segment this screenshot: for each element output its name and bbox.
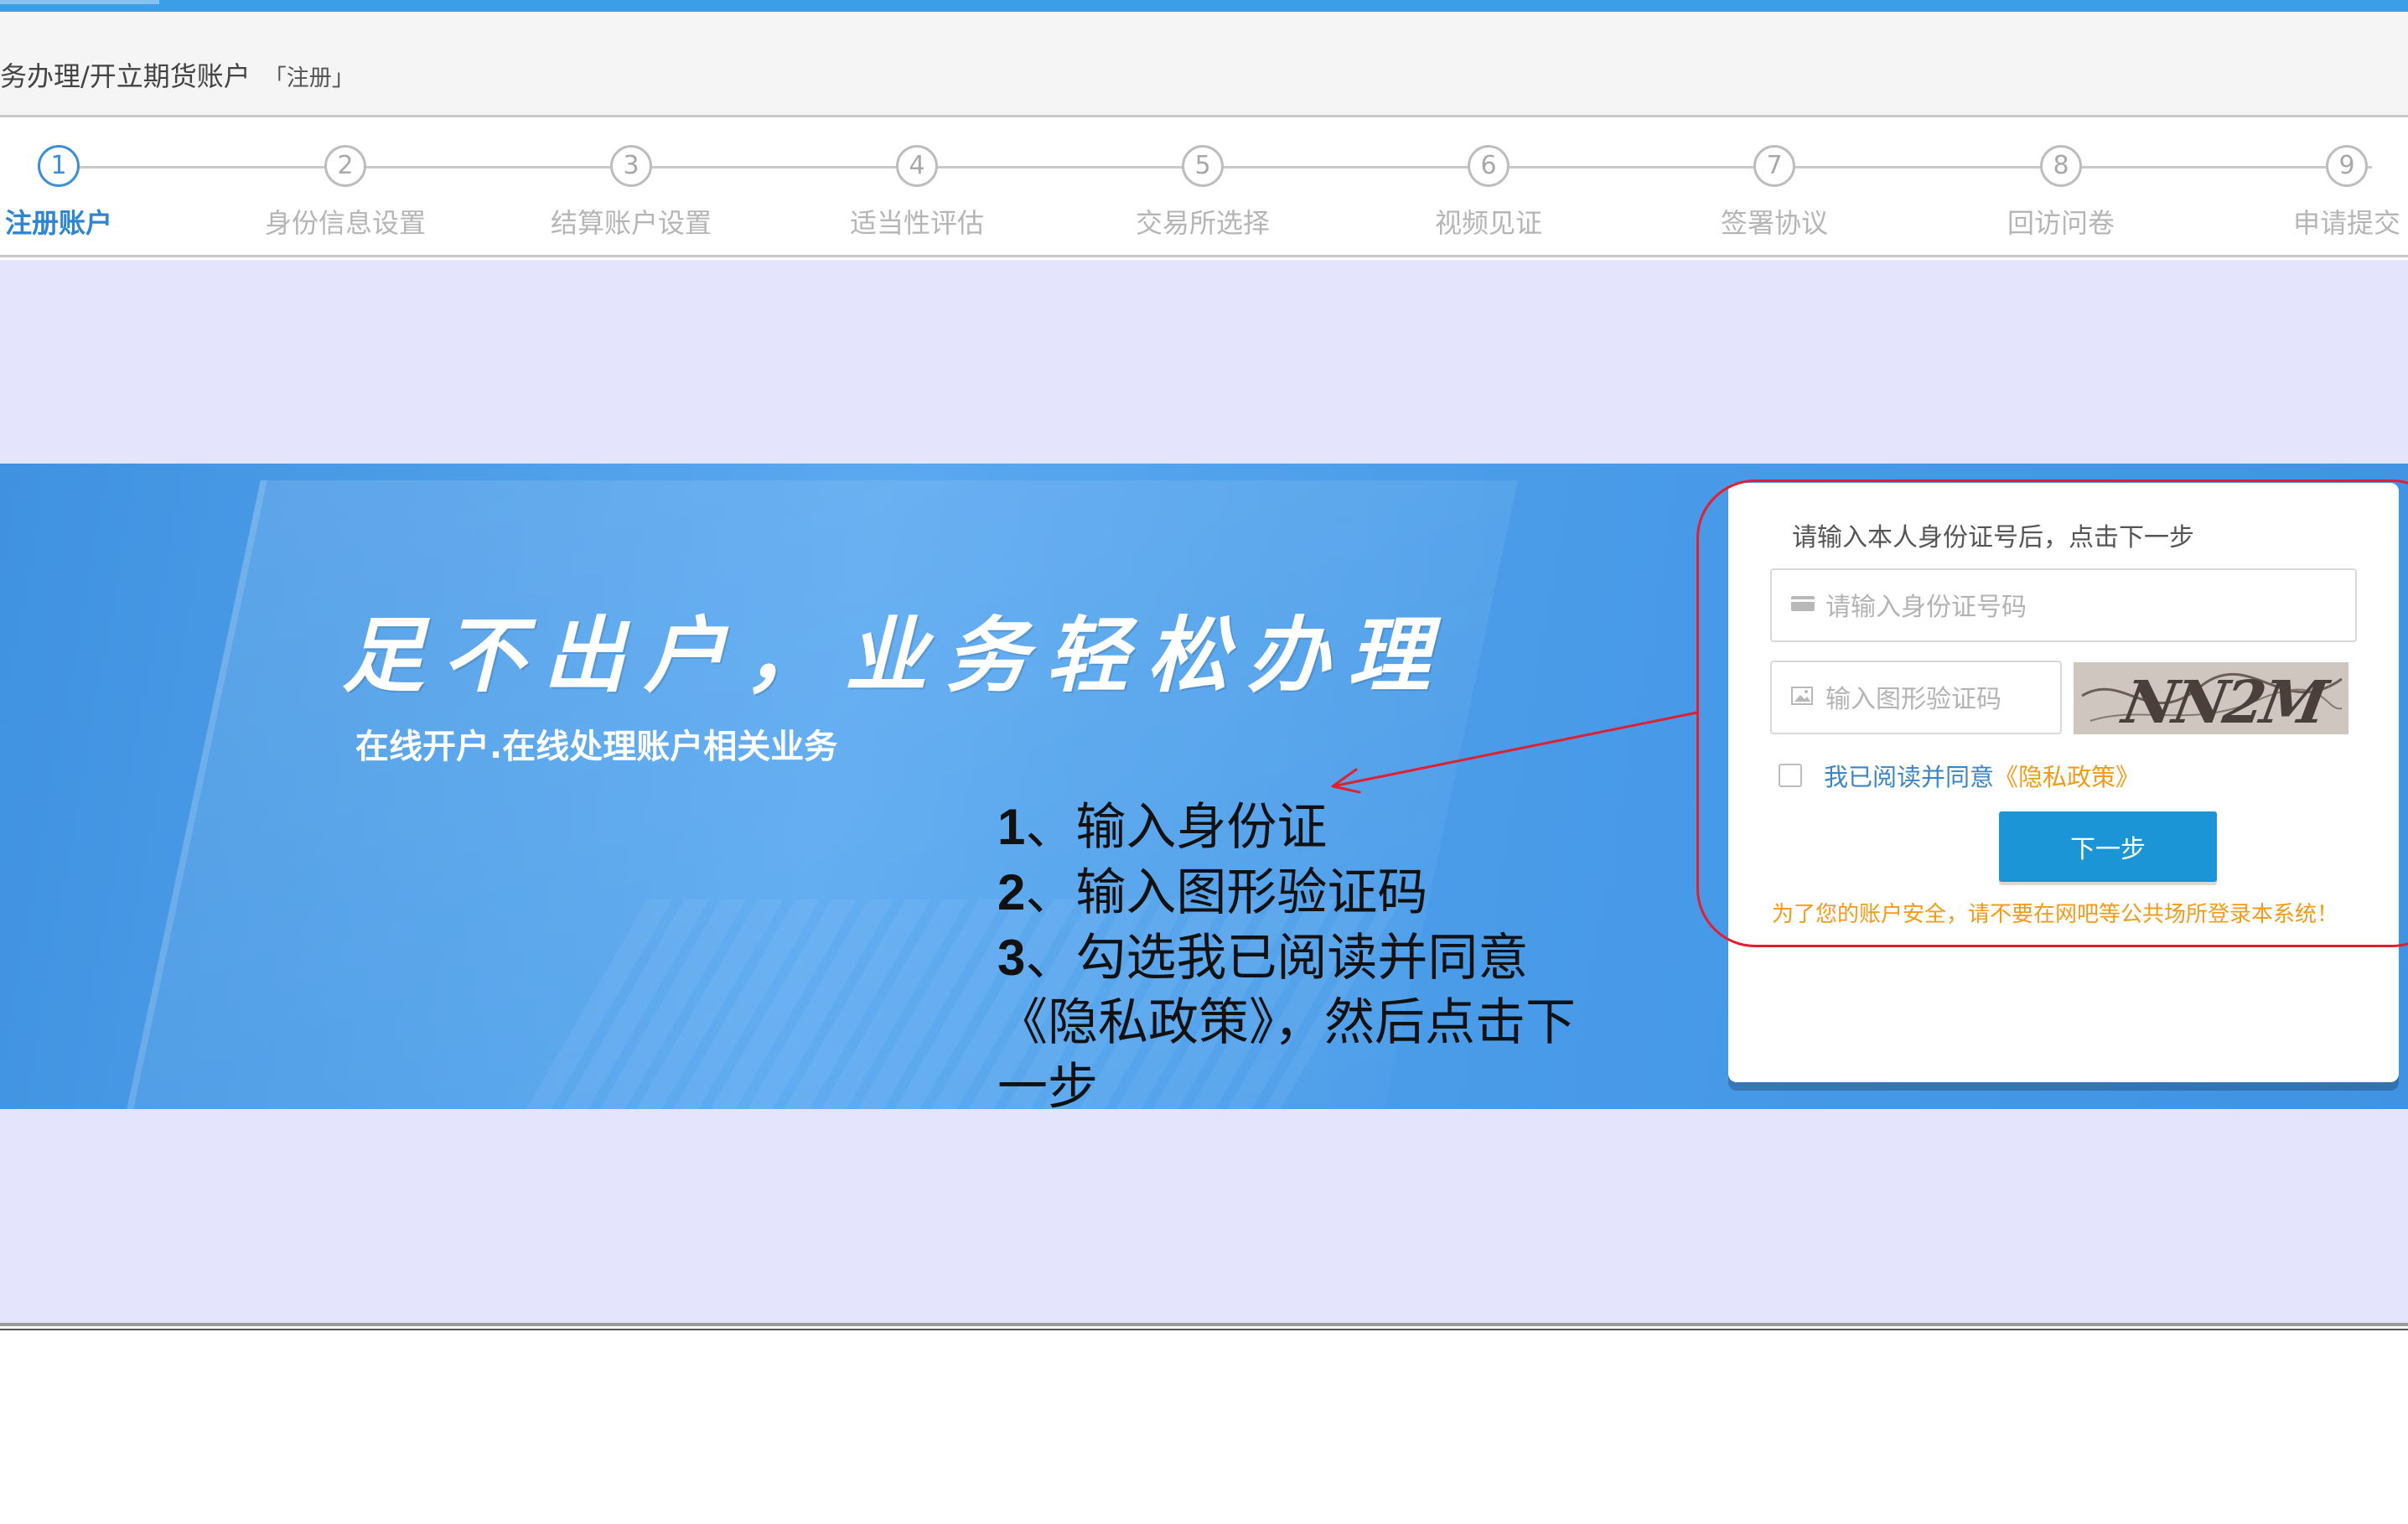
step-followup-survey: 8 回访问卷 (1944, 145, 2178, 241)
step-label: 视频见证 (1434, 207, 1542, 239)
step-label: 回访问卷 (2007, 207, 2115, 239)
step-identity-info: 2 身份信息设置 (228, 145, 463, 241)
step-number: 5 (1182, 145, 1224, 187)
annotation-instructions: 1、输入身份证 2、输入图形验证码 3、勾选我已阅读并同意 《隐私政策》，然后点… (997, 795, 1668, 1120)
step-number: 3 (610, 145, 652, 187)
step-number: 9 (2326, 145, 2368, 187)
breadcrumb: 务办理/开立期货账户 「注册」 (0, 55, 355, 94)
instruction-line: 1、输入身份证 (997, 795, 1668, 860)
top-bar (0, 0, 2408, 12)
step-register-account: 1 注册账户 (0, 145, 176, 241)
breadcrumb-path[interactable]: 务办理/开立期货账户 (0, 60, 251, 92)
instruction-number: 3 (997, 930, 1026, 986)
instruction-number: 2 (997, 864, 1026, 920)
step-number: 2 (324, 145, 366, 187)
banner-title: 足不出户，业务轻松办理 (342, 608, 1449, 704)
instruction-text: 、勾选我已阅读并同意 (1025, 929, 1529, 987)
bottom-divider-line (0, 1329, 2408, 1330)
step-label: 适当性评估 (849, 207, 984, 239)
instruction-text: 一步 (997, 1058, 1098, 1117)
progress-steps: 1 注册账户 2 身份信息设置 3 结算账户设置 4 适当性评估 5 交易所选择… (0, 120, 2408, 257)
instruction-text: 、输入身份证 (1025, 798, 1328, 857)
step-number: 6 (1468, 145, 1510, 187)
banner-subtitle: 在线开户.在线处理账户相关业务 (355, 728, 838, 766)
annotation-highlight-box (1696, 479, 2408, 947)
breadcrumb-current: 「注册」 (263, 65, 355, 91)
instruction-line: 《隐私政策》，然后点击下 (997, 991, 1668, 1055)
step-submit-application: 9 申请提交 (2229, 145, 2408, 241)
step-video-witness: 6 视频见证 (1371, 145, 1606, 241)
step-label: 交易所选择 (1135, 207, 1270, 239)
instruction-text: 《隐私政策》，然后点击下 (997, 993, 1576, 1052)
step-number: 1 (38, 145, 80, 187)
step-number: 7 (1753, 145, 1795, 187)
step-number: 8 (2040, 145, 2082, 187)
top-tab-indicator (0, 0, 159, 4)
step-label: 身份信息设置 (264, 207, 426, 239)
step-label: 签署协议 (1720, 207, 1828, 239)
annotation-arrow (1331, 711, 1698, 794)
instruction-line: 一步 (997, 1055, 1668, 1120)
step-number: 4 (896, 145, 938, 187)
step-label: 申请提交 (2292, 207, 2400, 239)
step-settlement-account: 3 结算账户设置 (514, 145, 748, 241)
step-label: 结算账户设置 (550, 207, 712, 239)
breadcrumb-bar: 务办理/开立期货账户 「注册」 (0, 12, 2408, 117)
page: 务办理/开立期货账户 「注册」 1 注册账户 2 身份信息设置 3 结算账户设置 … (0, 0, 2408, 1524)
instruction-line: 3、勾选我已阅读并同意 (997, 925, 1668, 991)
instruction-line: 2、输入图形验证码 (997, 860, 1668, 925)
instruction-number: 1 (997, 799, 1026, 855)
step-sign-agreement: 7 签署协议 (1657, 145, 1892, 241)
bottom-divider (0, 1323, 2408, 1326)
instruction-text: 、输入图形验证码 (1025, 863, 1428, 922)
step-suitability: 4 适当性评估 (800, 145, 1034, 241)
step-label: 注册账户 (4, 207, 112, 239)
step-exchange-select: 5 交易所选择 (1085, 145, 1320, 241)
